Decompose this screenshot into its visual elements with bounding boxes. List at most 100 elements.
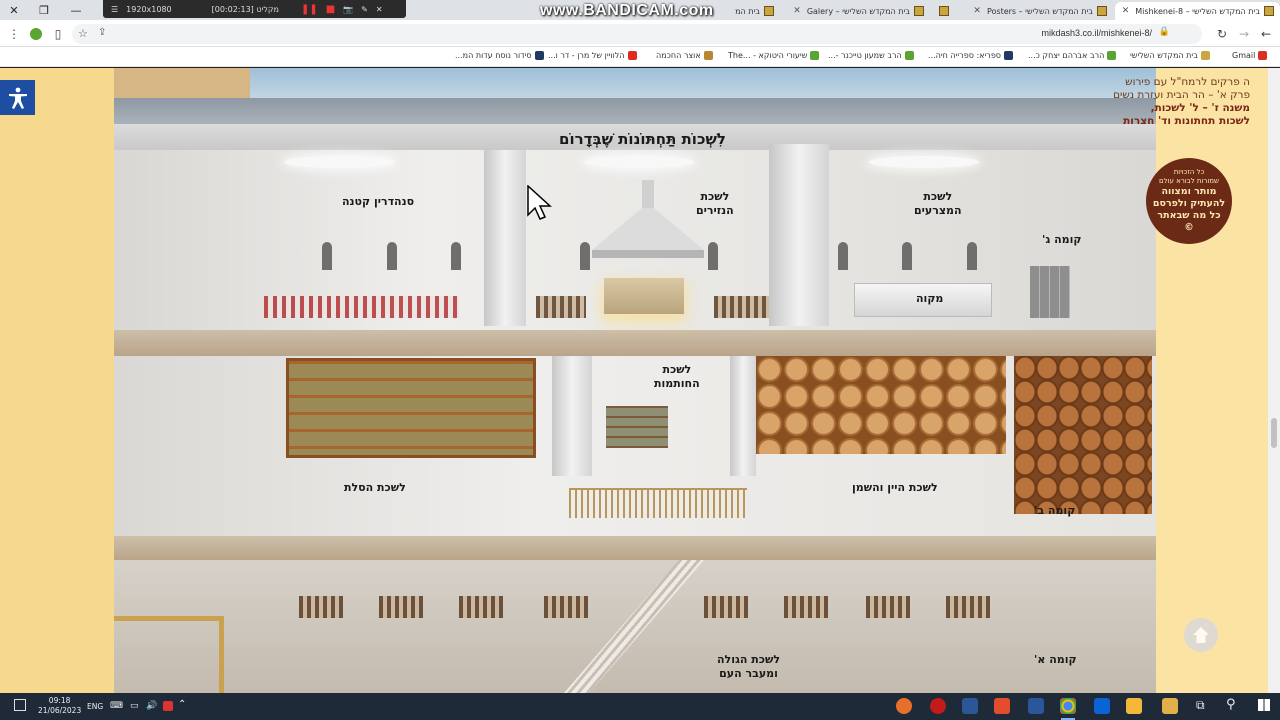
room-label-wine-oil: לשכת היין והשמן bbox=[852, 481, 938, 494]
close-tab-icon[interactable]: ✕ bbox=[973, 6, 981, 16]
clock[interactable]: 09:18 21/06/2023 bbox=[38, 696, 81, 716]
store-icon[interactable] bbox=[1126, 698, 1142, 714]
bookmark-satellite[interactable]: הלוויין של מרן - דר ו... bbox=[548, 51, 637, 60]
level-label-3: קומה ג' bbox=[1042, 233, 1082, 246]
omnibox[interactable]: ☆ ⇪ mikdash3.co.il/mishkenei-8/ 🔒 bbox=[72, 24, 1202, 44]
reload-icon[interactable]: ↻ bbox=[1212, 24, 1232, 44]
room-label-lepers: לשכת המצרעים bbox=[914, 190, 962, 217]
site-favicon bbox=[914, 6, 924, 16]
left-margin bbox=[0, 68, 114, 693]
tab-label: בית המ bbox=[735, 6, 760, 16]
chrome-icon[interactable] bbox=[1060, 698, 1076, 714]
badge-line: כל הזכויות bbox=[1173, 168, 1205, 176]
dining-table bbox=[379, 596, 423, 618]
bookmark-rav-shimon[interactable]: הרב שמעון טייכנר -... bbox=[828, 51, 914, 60]
address-bar: ⋮ ▯ ☆ ⇪ mikdash3.co.il/mishkenei-8/ 🔒 ↻ … bbox=[0, 20, 1280, 47]
app-icon[interactable] bbox=[962, 698, 978, 714]
bandicam-icon[interactable] bbox=[930, 698, 946, 714]
accessibility-button[interactable] bbox=[0, 80, 35, 115]
bookmark-star-icon[interactable]: ☆ bbox=[78, 27, 88, 40]
network-icon[interactable]: ▭ bbox=[130, 701, 139, 711]
scrollbar-thumb[interactable] bbox=[1271, 418, 1277, 448]
tab-mishkenei-8[interactable]: בית המקדש השלישי – 8-Mishkenei ✕ bbox=[1115, 2, 1280, 20]
pillar bbox=[484, 150, 526, 326]
siddur-icon bbox=[534, 51, 544, 60]
dining-table bbox=[299, 596, 343, 618]
forward-icon[interactable]: → bbox=[1234, 24, 1254, 44]
render-title: לִשְׁכוֹת תַּחְתּוֹנוֹת שֶׁבְּדָרוֹם bbox=[559, 130, 726, 148]
lockers bbox=[1030, 266, 1070, 318]
tab-posters[interactable]: בית המקדש השלישי – Posters ✕ bbox=[955, 2, 1113, 20]
youtube-icon bbox=[627, 51, 637, 60]
start-menu-icon[interactable] bbox=[1258, 699, 1270, 711]
volume-icon[interactable]: 🔊 bbox=[146, 701, 157, 711]
task-view-icon[interactable]: ⧉ bbox=[1196, 698, 1205, 713]
word-icon[interactable] bbox=[1028, 698, 1044, 714]
window bbox=[451, 242, 461, 270]
bookmark-sefaria[interactable]: ספריא: ספרייה חיה... bbox=[928, 51, 1013, 60]
bookmark-label: הרב שמעון טייכנר -... bbox=[828, 51, 902, 60]
anydesk-icon[interactable] bbox=[994, 698, 1010, 714]
dining-table bbox=[946, 596, 990, 618]
tab-label: בית המקדש השלישי – 8-Mishkenei bbox=[1135, 6, 1260, 16]
bookmark-shiurei[interactable]: שיעורי היטוקא - ...The bbox=[728, 51, 820, 60]
roof bbox=[114, 98, 1156, 124]
window bbox=[838, 242, 848, 270]
close-recording-icon[interactable]: ✕ bbox=[376, 5, 383, 14]
mail-icon[interactable] bbox=[1094, 698, 1110, 714]
window bbox=[580, 242, 590, 270]
bookmark-label: בית המקדש השלישי bbox=[1130, 51, 1198, 60]
side-panel-icon[interactable]: ▯ bbox=[48, 24, 68, 44]
page-scrollbar[interactable] bbox=[1268, 68, 1280, 693]
notifications-icon[interactable] bbox=[14, 699, 26, 711]
close-tab-icon[interactable]: ✕ bbox=[1122, 6, 1130, 16]
stop-icon[interactable]: ■ bbox=[326, 4, 335, 15]
accessibility-icon bbox=[8, 87, 27, 109]
menu-icon[interactable]: ☰ bbox=[111, 5, 118, 14]
bandicam-watermark: www.BANDICAM.com bbox=[540, 2, 714, 19]
back-icon[interactable]: ← bbox=[1256, 24, 1276, 44]
minimize-window-icon[interactable]: — bbox=[62, 0, 90, 20]
scroll-to-top-button[interactable] bbox=[1184, 618, 1218, 652]
close-tab-icon[interactable]: ✕ bbox=[793, 6, 801, 16]
tab-galery[interactable]: בית המקדש השלישי – Galery ✕ bbox=[790, 2, 930, 20]
close-window-icon[interactable]: ✕ bbox=[0, 0, 28, 20]
chevron-up-icon[interactable]: ⌃ bbox=[178, 699, 186, 710]
language-indicator[interactable]: ENG bbox=[87, 702, 103, 711]
dining-table bbox=[866, 596, 910, 618]
file-explorer-icon[interactable] bbox=[1162, 698, 1178, 714]
dining-table bbox=[704, 596, 748, 618]
pause-icon[interactable]: ❚❚ bbox=[301, 4, 318, 15]
clock-date: 21/06/2023 bbox=[38, 706, 82, 715]
level-label-2: קומה ב' bbox=[1034, 504, 1076, 517]
tab-label: בית המקדש השלישי – Posters bbox=[986, 6, 1093, 16]
ceiling-light bbox=[584, 156, 694, 168]
bookmark-otzar[interactable]: אוצר החכמה bbox=[656, 51, 713, 60]
restore-window-icon[interactable]: ❐ bbox=[30, 0, 58, 20]
extension-icon[interactable] bbox=[30, 28, 42, 40]
bookmark-rav-avraham[interactable]: הרב אברהם יצחק כ... bbox=[1028, 51, 1117, 60]
bookmark-siddur[interactable]: סידור נוסח עדות המ... bbox=[455, 51, 544, 60]
gold-frame bbox=[114, 616, 224, 693]
pencil-icon[interactable]: ✎ bbox=[361, 5, 368, 14]
more-menu-icon[interactable]: ⋮ bbox=[4, 24, 24, 44]
tab-mikdash[interactable] bbox=[935, 2, 955, 20]
dining-table bbox=[714, 296, 769, 318]
bookmark-mikdash[interactable]: בית המקדש השלישי bbox=[1130, 51, 1210, 60]
room-label-nazirites: לשכת הנזירים bbox=[696, 190, 734, 217]
lock-icon[interactable]: 🔒 bbox=[1159, 27, 1170, 37]
room-label-seals: לשכת החותמות bbox=[654, 363, 700, 390]
leaf-icon bbox=[810, 51, 820, 60]
bookmark-gmail[interactable]: Gmail bbox=[1232, 51, 1268, 60]
bandicam-tray-icon[interactable] bbox=[163, 701, 173, 711]
firefox-icon[interactable] bbox=[896, 698, 912, 714]
window bbox=[967, 242, 977, 270]
keyboard-icon[interactable]: ⌨ bbox=[110, 701, 123, 711]
tab-mikdash-partial[interactable]: בית המ bbox=[700, 2, 780, 20]
room-label-flour: לשכת הסלת bbox=[344, 481, 406, 494]
description-line: משנה ז' – ל' לשכות, bbox=[1150, 102, 1250, 114]
camera-icon[interactable]: 📷 bbox=[343, 5, 353, 14]
search-icon[interactable]: ⚲ bbox=[1226, 697, 1236, 712]
share-icon[interactable]: ⇪ bbox=[98, 27, 106, 38]
site-favicon bbox=[1264, 6, 1274, 16]
